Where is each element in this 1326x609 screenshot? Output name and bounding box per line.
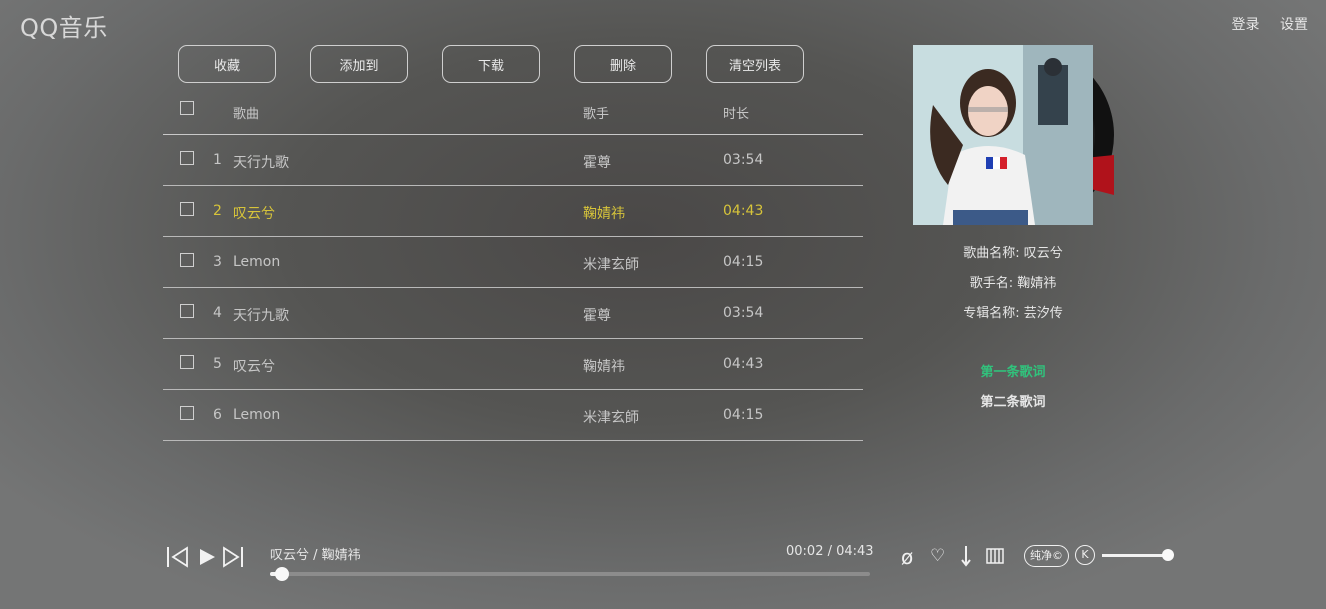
song-row[interactable]: 1 天行九歌 霍尊 03:54 <box>163 135 863 186</box>
row-song-name[interactable]: 叹云兮 <box>233 203 275 223</box>
row-song-name[interactable]: 叹云兮 <box>233 356 275 376</box>
row-song-name[interactable]: Lemon <box>233 407 280 423</box>
karaoke-icon[interactable]: K <box>1075 545 1095 565</box>
header-song: 歌曲 <box>233 107 260 122</box>
row-duration: 04:43 <box>723 356 764 372</box>
song-row[interactable]: 2 叹云兮 鞠婧祎 04:43 <box>163 186 863 237</box>
add-to-button[interactable]: 添加到 <box>310 45 408 83</box>
next-icon[interactable] <box>221 545 245 573</box>
singer-name-info: 歌手名: 鞠婧祎 <box>969 276 1057 291</box>
row-number: 5 <box>213 356 222 372</box>
row-duration: 03:54 <box>723 305 764 321</box>
album-name-info: 专辑名称: 芸汐传 <box>963 306 1063 321</box>
row-number: 3 <box>213 254 222 270</box>
lyric-line-current: 第一条歌词 <box>980 365 1046 380</box>
pure-mode-label: 纯净 <box>1030 549 1052 562</box>
playback-time: 00:02 / 04:43 <box>786 544 874 559</box>
clear-list-button[interactable]: 清空列表 <box>706 45 804 83</box>
song-row[interactable]: 4 天行九歌 霍尊 03:54 <box>163 288 863 339</box>
row-singer[interactable]: 鞠婧祎 <box>583 203 625 223</box>
row-duration: 04:15 <box>723 254 764 270</box>
row-duration: 03:54 <box>723 152 764 168</box>
top-nav: 登录 设置 <box>1216 14 1308 34</box>
row-checkbox[interactable] <box>180 202 194 216</box>
progress-bar[interactable] <box>270 567 870 581</box>
row-number: 1 <box>213 152 222 168</box>
pure-mode-c-icon: © <box>1052 549 1063 562</box>
song-list-header: 歌曲 歌手 时长 <box>163 90 863 135</box>
settings-link[interactable]: 设置 <box>1280 17 1308 33</box>
row-checkbox[interactable] <box>180 406 194 420</box>
row-duration: 04:15 <box>723 407 764 423</box>
row-singer[interactable]: 米津玄師 <box>583 407 639 427</box>
lyric-line-next: 第二条歌词 <box>980 395 1046 410</box>
row-song-name[interactable]: 天行九歌 <box>233 305 289 325</box>
song-row[interactable]: 6 Lemon 米津玄師 04:15 <box>163 390 863 441</box>
row-number: 4 <box>213 305 222 321</box>
row-singer[interactable]: 霍尊 <box>583 305 611 325</box>
row-checkbox[interactable] <box>180 151 194 165</box>
login-link[interactable]: 登录 <box>1232 17 1260 33</box>
row-checkbox[interactable] <box>180 304 194 318</box>
header-duration: 时长 <box>723 107 750 122</box>
now-playing-text: 叹云兮 / 鞠婧祎 <box>270 548 361 563</box>
song-row[interactable]: 3 Lemon 米津玄師 04:15 <box>163 237 863 288</box>
header-singer: 歌手 <box>583 107 610 122</box>
download-icon[interactable] <box>958 544 974 572</box>
row-singer[interactable]: 霍尊 <box>583 152 611 172</box>
pure-mode-button[interactable]: 纯净© <box>1024 545 1069 567</box>
playlist-icon[interactable] <box>986 548 1004 568</box>
row-singer[interactable]: 鞠婧祎 <box>583 356 625 376</box>
progress-knob[interactable] <box>275 567 289 581</box>
row-checkbox[interactable] <box>180 355 194 369</box>
album-cover <box>913 45 1093 225</box>
row-song-name[interactable]: Lemon <box>233 254 280 270</box>
row-song-name[interactable]: 天行九歌 <box>233 152 289 172</box>
app-logo: QQ音乐 <box>20 14 108 42</box>
favorite-button[interactable]: 收藏 <box>178 45 276 83</box>
row-singer[interactable]: 米津玄師 <box>583 254 639 274</box>
karaoke-label: K <box>1081 548 1089 561</box>
like-icon[interactable]: ♡ <box>930 546 945 566</box>
toolbar: 收藏 添加到 下载 删除 清空列表 <box>178 45 804 83</box>
loop-mode-icon[interactable]: ø <box>901 545 913 569</box>
select-all-checkbox[interactable] <box>180 101 194 115</box>
song-list: 歌曲 歌手 时长 1 天行九歌 霍尊 03:54 2 叹云兮 鞠婧祎 04:43 3 Lemon 米… <box>163 90 863 441</box>
volume-knob[interactable] <box>1162 549 1174 561</box>
volume-slider[interactable] <box>1102 549 1174 561</box>
song-row[interactable]: 5 叹云兮 鞠婧祎 04:43 <box>163 339 863 390</box>
download-button[interactable]: 下载 <box>442 45 540 83</box>
song-name-info: 歌曲名称: 叹云兮 <box>963 246 1063 261</box>
row-number: 2 <box>213 203 222 219</box>
row-duration: 04:43 <box>723 203 764 219</box>
row-checkbox[interactable] <box>180 253 194 267</box>
row-number: 6 <box>213 407 222 423</box>
play-icon[interactable] <box>198 545 218 573</box>
delete-button[interactable]: 删除 <box>574 45 672 83</box>
previous-icon[interactable] <box>166 545 190 573</box>
